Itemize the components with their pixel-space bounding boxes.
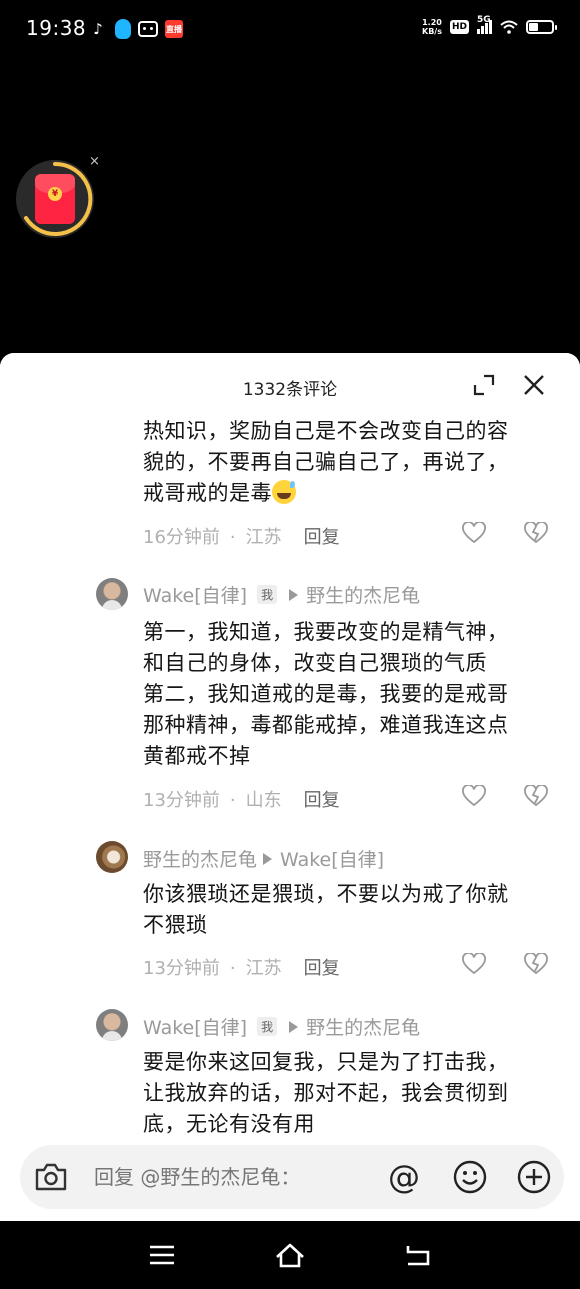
dislike-icon[interactable] xyxy=(524,785,548,807)
comment-meta: Wake[自律] 我 野生的杰尼龟 xyxy=(143,1013,420,1040)
me-badge: 我 xyxy=(257,585,278,604)
reply-input-bar: @ xyxy=(20,1145,564,1209)
comment-author[interactable]: 野生的杰尼龟 xyxy=(143,845,257,872)
wifi-icon xyxy=(500,20,518,34)
comment-info: 13分钟前 · 江苏 回复 xyxy=(143,954,340,980)
dislike-icon[interactable] xyxy=(524,953,548,975)
comment-text: 你该猥琐还是猥琐，不要以为戒了你就 不猥琐 xyxy=(143,879,563,941)
comment-text-line: 戒哥戒的是毒 xyxy=(143,481,272,505)
reply-button[interactable]: 回复 xyxy=(304,527,340,548)
me-badge: 我 xyxy=(257,1017,278,1036)
comment-author[interactable]: Wake[自律] xyxy=(143,1013,247,1040)
reply-to-user[interactable]: 野生的杰尼龟 xyxy=(306,1013,420,1040)
comment-text: 热知识，奖励自己是不会改变自己的容 貌的，不要再自己骗自己了，再说了， 戒哥戒的… xyxy=(143,416,563,509)
like-icon[interactable] xyxy=(462,953,486,975)
at-icon[interactable]: @ xyxy=(386,1159,422,1195)
tiktok-icon: ♪ xyxy=(93,20,103,38)
nav-menu-icon[interactable] xyxy=(149,1244,175,1266)
comment-text-line: 黄都戒不掉 xyxy=(143,744,251,768)
reply-button[interactable]: 回复 xyxy=(304,958,340,979)
net-speed: 1.20 KB/s xyxy=(422,18,442,36)
emoji-icon[interactable] xyxy=(452,1159,488,1195)
network-type: 5G xyxy=(477,15,491,25)
separator: · xyxy=(229,790,236,811)
red-packet-icon: ¥ xyxy=(35,174,75,224)
comment-text-line: 不猥琐 xyxy=(143,913,208,937)
comment-text-line: 让我放弃的话，那对不起，我会贯彻到 xyxy=(143,1081,509,1105)
red-packet-widget[interactable]: ¥ xyxy=(16,160,94,238)
comment-text: 要是你来这回复我，只是为了打击我， 让我放弃的话，那对不起，我会贯彻到 底，无论… xyxy=(143,1047,563,1140)
avatar[interactable] xyxy=(96,578,128,610)
comment-time: 13分钟前 xyxy=(143,958,220,979)
comment-text: 第一，我知道，我要改变的是精气神， 和自己的身体，改变自己猥琐的气质 第二，我知… xyxy=(143,617,563,772)
comment-location: 江苏 xyxy=(245,958,282,979)
comment-text-line: 热知识，奖励自己是不会改变自己的容 xyxy=(143,419,509,443)
like-icon[interactable] xyxy=(462,522,486,544)
comment-text-line: 和自己的身体，改变自己猥琐的气质 xyxy=(143,651,487,675)
dislike-icon[interactable] xyxy=(524,522,548,544)
status-time: 19:38 xyxy=(26,16,87,40)
comment-text-line: 貌的，不要再自己骗自己了，再说了， xyxy=(143,450,509,474)
avatar[interactable] xyxy=(96,841,128,873)
reply-to-user[interactable]: 野生的杰尼龟 xyxy=(306,581,420,608)
comment-sheet: 热知识，奖励自己是不会改变自己的容 貌的，不要再自己骗自己了，再说了， 戒哥戒的… xyxy=(0,353,580,1221)
system-nav-bar xyxy=(0,1221,580,1289)
reply-arrow-icon xyxy=(289,588,299,601)
plus-icon[interactable] xyxy=(516,1159,552,1195)
comment-meta: 野生的杰尼龟 Wake[自律] xyxy=(143,845,384,872)
status-app-icons: ♪ 直播 xyxy=(88,19,183,39)
comment-text-line: 第一，我知道，我要改变的是精气神， xyxy=(143,620,509,644)
comment-meta: Wake[自律] 我 野生的杰尼龟 xyxy=(143,581,420,608)
comment-text-line: 那种精神，毒都能戒掉，难道我连这点 xyxy=(143,713,509,737)
avatar[interactable] xyxy=(96,1009,128,1041)
comment-author[interactable]: Wake[自律] xyxy=(143,581,247,608)
status-indicators: 1.20 KB/s HD 5G xyxy=(422,15,557,36)
comment-info: 16分钟前 · 江苏 回复 xyxy=(143,523,340,549)
nav-home-icon[interactable] xyxy=(275,1241,305,1269)
status-bar: 19:38 ♪ 直播 1.20 KB/s HD 5G xyxy=(0,0,580,60)
comment-list[interactable]: 热知识，奖励自己是不会改变自己的容 貌的，不要再自己骗自己了，再说了， 戒哥戒的… xyxy=(0,353,580,1136)
camera-icon[interactable] xyxy=(34,1161,68,1193)
reply-button[interactable]: 回复 xyxy=(304,790,340,811)
sheet-header: 1332条评论 xyxy=(0,353,580,415)
separator: · xyxy=(229,527,236,548)
reply-arrow-icon xyxy=(289,1020,299,1033)
expand-icon[interactable] xyxy=(472,373,496,397)
battery-icon xyxy=(526,20,557,34)
close-icon[interactable] xyxy=(522,373,546,397)
comment-time: 13分钟前 xyxy=(143,790,220,811)
live-app-icon: 直播 xyxy=(165,20,183,38)
comment-info: 13分钟前 · 山东 回复 xyxy=(143,786,340,812)
comment-text-line: 要是你来这回复我，只是为了打击我， xyxy=(143,1050,509,1074)
qq-icon xyxy=(115,19,131,39)
comment-text-line: 底，无论有没有用 xyxy=(143,1112,315,1136)
net-speed-value: 1.20 xyxy=(422,18,442,27)
comment-text-line: 第二，我知道戒的是毒，我要的是戒哥 xyxy=(143,682,509,706)
red-packet-coin: ¥ xyxy=(48,187,62,201)
comment-text-line: 你该猥琐还是猥琐，不要以为戒了你就 xyxy=(143,882,509,906)
laughing-tears-emoji-icon xyxy=(272,480,296,504)
reply-arrow-icon xyxy=(263,852,273,865)
comment-location: 山东 xyxy=(245,790,282,811)
reply-input[interactable] xyxy=(94,1163,344,1191)
net-speed-unit: KB/s xyxy=(422,27,442,36)
red-packet-close-button[interactable]: × xyxy=(89,154,100,169)
like-icon[interactable] xyxy=(462,785,486,807)
signal-icon: 5G xyxy=(477,15,492,34)
nav-back-icon[interactable] xyxy=(404,1242,432,1266)
bilibili-icon xyxy=(138,21,158,37)
comment-text-line: 戒哥戒的是毒 xyxy=(143,478,563,509)
reply-to-user[interactable]: Wake[自律] xyxy=(280,845,384,872)
separator: · xyxy=(229,958,236,979)
hd-badge: HD xyxy=(449,20,469,34)
comment-location: 江苏 xyxy=(245,527,282,548)
comment-time: 16分钟前 xyxy=(143,527,220,548)
